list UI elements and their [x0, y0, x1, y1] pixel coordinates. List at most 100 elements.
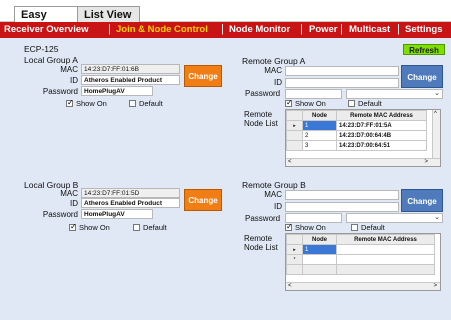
- view-tab-bar: Easy View List View: [0, 0, 451, 33]
- node-cell[interactable]: 3: [302, 140, 337, 151]
- remote-a-node-grid[interactable]: Node Remote MAC Address ▸ 1 14:23:D7:FF:…: [285, 109, 441, 167]
- remote-b-show-on-label: Show On: [295, 223, 326, 232]
- remote-group-b-title: Remote Group B: [242, 180, 306, 190]
- remote-b-show-on-checkbox[interactable]: Show On: [285, 222, 326, 232]
- local-group-a-title: Local Group A: [24, 55, 78, 65]
- tab-easy-view[interactable]: Easy View: [14, 6, 78, 33]
- table-row[interactable]: 3 14:23:D7:00:64:51: [286, 140, 427, 151]
- local-a-password-label: Password: [42, 87, 78, 96]
- chevron-down-icon: ⌄: [434, 214, 440, 221]
- local-b-show-on-checkbox[interactable]: Show On: [69, 222, 110, 232]
- local-a-change-button[interactable]: Change: [184, 65, 222, 87]
- checkbox-unchecked-icon: [351, 224, 358, 231]
- remote-b-mac-field[interactable]: [285, 190, 399, 200]
- local-a-show-on-checkbox[interactable]: Show On: [66, 98, 107, 108]
- remote-mac-cell[interactable]: 14:23:D7:00:64:51: [336, 140, 427, 151]
- scroll-up-icon[interactable]: ^: [434, 111, 437, 117]
- local-a-password-field[interactable]: HomePlugAV: [81, 86, 153, 96]
- column-header-node[interactable]: Node: [302, 234, 337, 245]
- column-header-node[interactable]: Node: [302, 110, 337, 121]
- main-menu-bar: Receiver Overview | Join & Node Control …: [0, 22, 451, 38]
- checkbox-unchecked-icon: [133, 224, 140, 231]
- row-pointer-icon: ▸: [286, 244, 303, 255]
- menu-separator: |: [340, 23, 343, 35]
- remote-a-password-dropdown[interactable]: ⌄: [346, 89, 443, 99]
- node-cell[interactable]: 1: [302, 244, 337, 255]
- remote-b-default-label: Default: [361, 223, 385, 232]
- new-row-icon: *: [286, 254, 303, 265]
- table-row[interactable]: 2 14:23:D7:00:64:4B: [286, 130, 427, 141]
- checkbox-unchecked-icon: [129, 100, 136, 107]
- remote-b-password-dropdown[interactable]: ⌄: [346, 213, 443, 223]
- scroll-left-icon[interactable]: <: [288, 159, 292, 165]
- remote-mac-cell[interactable]: [336, 254, 435, 265]
- menu-item-receiver-overview[interactable]: Receiver Overview: [4, 24, 89, 35]
- tab-list-view[interactable]: List View: [78, 6, 140, 22]
- remote-b-password-field[interactable]: [285, 213, 342, 223]
- local-b-default-checkbox[interactable]: Default: [133, 223, 167, 232]
- horizontal-scrollbar[interactable]: < >: [286, 282, 440, 290]
- local-a-id-label: ID: [70, 76, 78, 85]
- menu-separator: |: [300, 23, 303, 35]
- remote-b-id-field[interactable]: [285, 202, 399, 212]
- remote-a-show-on-label: Show On: [295, 99, 326, 108]
- local-b-id-field[interactable]: Atheros Enabled Product: [81, 198, 180, 208]
- scroll-right-icon[interactable]: >: [433, 283, 437, 289]
- node-cell[interactable]: 2: [302, 130, 337, 141]
- remote-group-a-title: Remote Group A: [242, 56, 306, 66]
- table-row[interactable]: ▸ 1: [286, 244, 435, 255]
- menu-item-multicast[interactable]: Multicast: [349, 24, 390, 35]
- menu-item-node-monitor[interactable]: Node Monitor: [229, 24, 290, 35]
- local-a-mac-field: 14:23:D7:FF:01:6B: [81, 64, 180, 74]
- menu-separator: |: [221, 23, 224, 35]
- remote-b-node-grid[interactable]: Node Remote MAC Address ▸ 1 * < >: [285, 233, 441, 291]
- remote-mac-cell[interactable]: 14:23:D7:00:64:4B: [336, 130, 427, 141]
- refresh-button[interactable]: Refresh: [403, 44, 445, 55]
- local-a-mac-label: MAC: [60, 65, 78, 74]
- local-b-mac-label: MAC: [60, 189, 78, 198]
- checkbox-checked-icon: [285, 222, 293, 231]
- remote-b-change-button[interactable]: Change: [401, 189, 443, 212]
- scroll-left-icon[interactable]: <: [288, 283, 292, 289]
- remote-b-node-list-label-1: Remote: [244, 234, 273, 243]
- menu-separator: |: [108, 23, 111, 35]
- remote-a-id-field[interactable]: [285, 78, 399, 88]
- remote-b-mac-label: MAC: [264, 190, 282, 199]
- menu-item-join-node-control[interactable]: Join & Node Control: [116, 24, 208, 35]
- remote-a-node-list-label-1: Remote: [244, 110, 273, 119]
- local-b-id-label: ID: [70, 199, 78, 208]
- column-header-remote-mac[interactable]: Remote MAC Address: [336, 234, 435, 245]
- menu-item-settings[interactable]: Settings: [405, 24, 442, 35]
- table-header-row: Node Remote MAC Address: [286, 110, 427, 121]
- remote-mac-cell[interactable]: 14:23:D7:FF:01:5A: [336, 120, 427, 131]
- device-name: ECP-125: [24, 44, 59, 54]
- remote-mac-cell[interactable]: [336, 244, 435, 255]
- remote-a-password-label: Password: [245, 89, 281, 98]
- node-cell[interactable]: 1: [302, 120, 337, 131]
- remote-b-password-label: Password: [245, 214, 281, 223]
- checkbox-checked-icon: [285, 98, 293, 107]
- local-b-password-field[interactable]: HomePlugAV: [81, 209, 153, 219]
- menu-item-power[interactable]: Power: [309, 24, 338, 35]
- local-a-id-field[interactable]: Atheros Enabled Product: [81, 75, 180, 85]
- remote-a-password-field[interactable]: [285, 89, 342, 99]
- remote-b-node-list-label-2: Node List: [244, 243, 278, 252]
- row-pointer-icon: ▸: [286, 120, 303, 131]
- remote-a-change-button[interactable]: Change: [401, 65, 443, 88]
- vertical-scrollbar[interactable]: ^: [432, 110, 440, 158]
- remote-a-show-on-checkbox[interactable]: Show On: [285, 98, 326, 108]
- remote-b-default-checkbox[interactable]: Default: [351, 223, 385, 232]
- remote-a-default-label: Default: [358, 99, 382, 108]
- remote-a-mac-field[interactable]: [285, 66, 399, 76]
- column-header-remote-mac[interactable]: Remote MAC Address: [336, 110, 427, 121]
- node-cell[interactable]: [302, 254, 337, 265]
- local-b-show-on-label: Show On: [79, 223, 110, 232]
- table-row[interactable]: *: [286, 254, 435, 265]
- remote-a-default-checkbox[interactable]: Default: [348, 99, 382, 108]
- local-a-default-checkbox[interactable]: Default: [129, 99, 163, 108]
- table-row[interactable]: ▸ 1 14:23:D7:FF:01:5A: [286, 120, 427, 131]
- local-b-change-button[interactable]: Change: [184, 189, 222, 211]
- horizontal-scrollbar[interactable]: < >: [286, 158, 440, 166]
- scroll-right-icon[interactable]: >: [424, 159, 428, 165]
- table-header-row: Node Remote MAC Address: [286, 234, 435, 245]
